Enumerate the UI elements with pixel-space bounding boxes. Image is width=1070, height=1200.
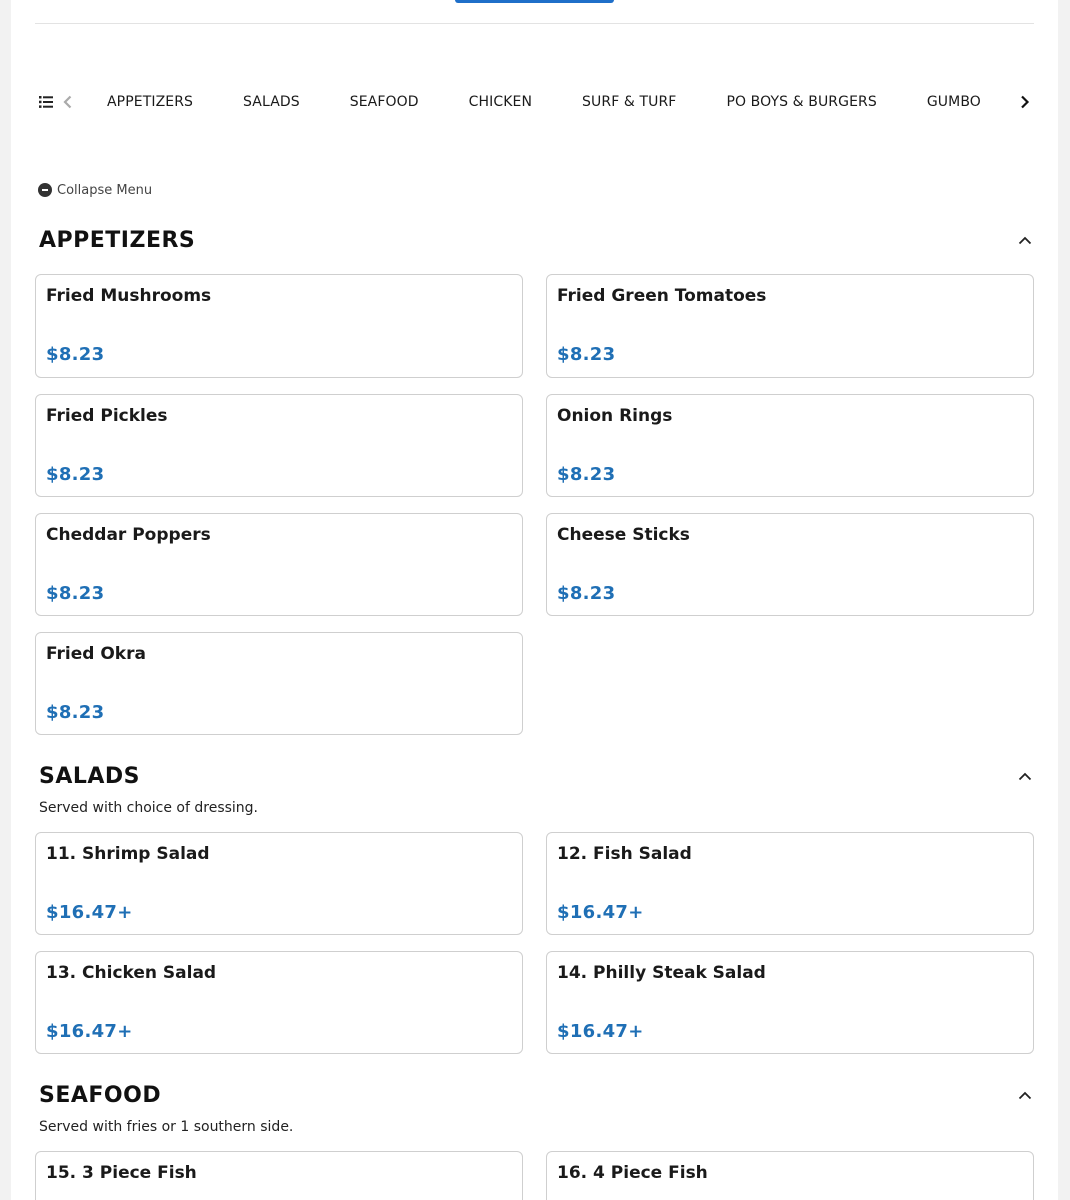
item-price: $8.23 <box>46 344 105 365</box>
menu-item-card[interactable]: 16. 4 Piece Fish <box>546 1151 1034 1200</box>
section-title: APPETIZERS <box>39 227 196 253</box>
item-name: 15. 3 Piece Fish <box>46 1163 197 1183</box>
category-tab-seafood[interactable]: SEAFOOD <box>350 94 419 110</box>
menu-item-card[interactable]: Fried Okra $8.23 <box>35 632 523 735</box>
category-tab-gumbo[interactable]: GUMBO <box>927 94 981 110</box>
collapse-menu-button[interactable]: Collapse Menu <box>38 180 152 200</box>
menu-item-card[interactable]: 15. 3 Piece Fish <box>35 1151 523 1200</box>
chevron-up-icon[interactable] <box>1016 231 1034 249</box>
item-name: Fried Pickles <box>46 406 168 426</box>
category-tab-po-boys-burgers[interactable]: PO BOYS & BURGERS <box>726 94 876 110</box>
section-description: Served with choice of dressing. <box>39 800 259 816</box>
minus-circle-icon <box>38 183 52 197</box>
item-price: $8.23 <box>557 464 616 485</box>
menu-item-card[interactable]: 14. Philly Steak Salad $16.47+ <box>546 951 1034 1054</box>
item-price: $16.47+ <box>557 1021 644 1042</box>
item-price: $8.23 <box>557 583 616 604</box>
item-name: Fried Okra <box>46 644 146 664</box>
item-name: 13. Chicken Salad <box>46 963 217 983</box>
collapse-menu-label: Collapse Menu <box>57 182 153 198</box>
item-name: 11. Shrimp Salad <box>46 844 210 864</box>
section-header-seafood[interactable]: SEAFOOD <box>39 1079 1034 1111</box>
category-tab-surf-turf[interactable]: SURF & TURF <box>582 94 676 110</box>
menu-item-card[interactable]: Fried Pickles $8.23 <box>35 394 523 497</box>
menu-page: APPETIZERS SALADS SEAFOOD CHICKEN SURF &… <box>11 0 1058 1200</box>
category-track: APPETIZERS SALADS SEAFOOD CHICKEN SURF &… <box>83 82 1012 122</box>
top-button[interactable] <box>455 0 614 3</box>
chevron-left-icon[interactable] <box>59 93 75 111</box>
menu-item-card[interactable]: 13. Chicken Salad $16.47+ <box>35 951 523 1054</box>
item-name: Onion Rings <box>557 406 673 426</box>
item-price: $16.47+ <box>46 902 133 923</box>
divider <box>35 23 1034 24</box>
item-price: $16.47+ <box>557 902 644 923</box>
item-price: $8.23 <box>557 344 616 365</box>
item-price: $8.23 <box>46 702 105 723</box>
section-header-appetizers[interactable]: APPETIZERS <box>39 224 1034 256</box>
item-price: $8.23 <box>46 464 105 485</box>
category-tab-appetizers[interactable]: APPETIZERS <box>107 94 193 110</box>
item-name: 12. Fish Salad <box>557 844 692 864</box>
chevron-up-icon[interactable] <box>1016 767 1034 785</box>
category-tab-salads[interactable]: SALADS <box>243 94 300 110</box>
item-name: Fried Mushrooms <box>46 286 212 306</box>
list-icon[interactable] <box>37 93 55 111</box>
item-name: Fried Green Tomatoes <box>557 286 767 306</box>
item-price: $16.47+ <box>46 1021 133 1042</box>
menu-item-card[interactable]: Fried Green Tomatoes $8.23 <box>546 274 1034 378</box>
menu-item-card[interactable]: Onion Rings $8.23 <box>546 394 1034 497</box>
item-name: 16. 4 Piece Fish <box>557 1163 708 1183</box>
section-description: Served with fries or 1 southern side. <box>39 1119 294 1135</box>
item-price: $8.23 <box>46 583 105 604</box>
menu-item-card[interactable]: Cheddar Poppers $8.23 <box>35 513 523 616</box>
chevron-right-icon[interactable] <box>1016 93 1034 111</box>
menu-item-card[interactable]: 11. Shrimp Salad $16.47+ <box>35 832 523 935</box>
item-name: Cheese Sticks <box>557 525 690 545</box>
category-tab-chicken[interactable]: CHICKEN <box>469 94 532 110</box>
menu-item-card[interactable]: Cheese Sticks $8.23 <box>546 513 1034 616</box>
category-nav: APPETIZERS SALADS SEAFOOD CHICKEN SURF &… <box>35 82 1034 122</box>
item-name: Cheddar Poppers <box>46 525 211 545</box>
chevron-up-icon[interactable] <box>1016 1086 1034 1104</box>
menu-item-card[interactable]: Fried Mushrooms $8.23 <box>35 274 523 378</box>
section-title: SEAFOOD <box>39 1082 162 1108</box>
menu-item-card[interactable]: 12. Fish Salad $16.47+ <box>546 832 1034 935</box>
section-header-salads[interactable]: SALADS <box>39 760 1034 792</box>
item-name: 14. Philly Steak Salad <box>557 963 766 983</box>
section-title: SALADS <box>39 763 141 789</box>
